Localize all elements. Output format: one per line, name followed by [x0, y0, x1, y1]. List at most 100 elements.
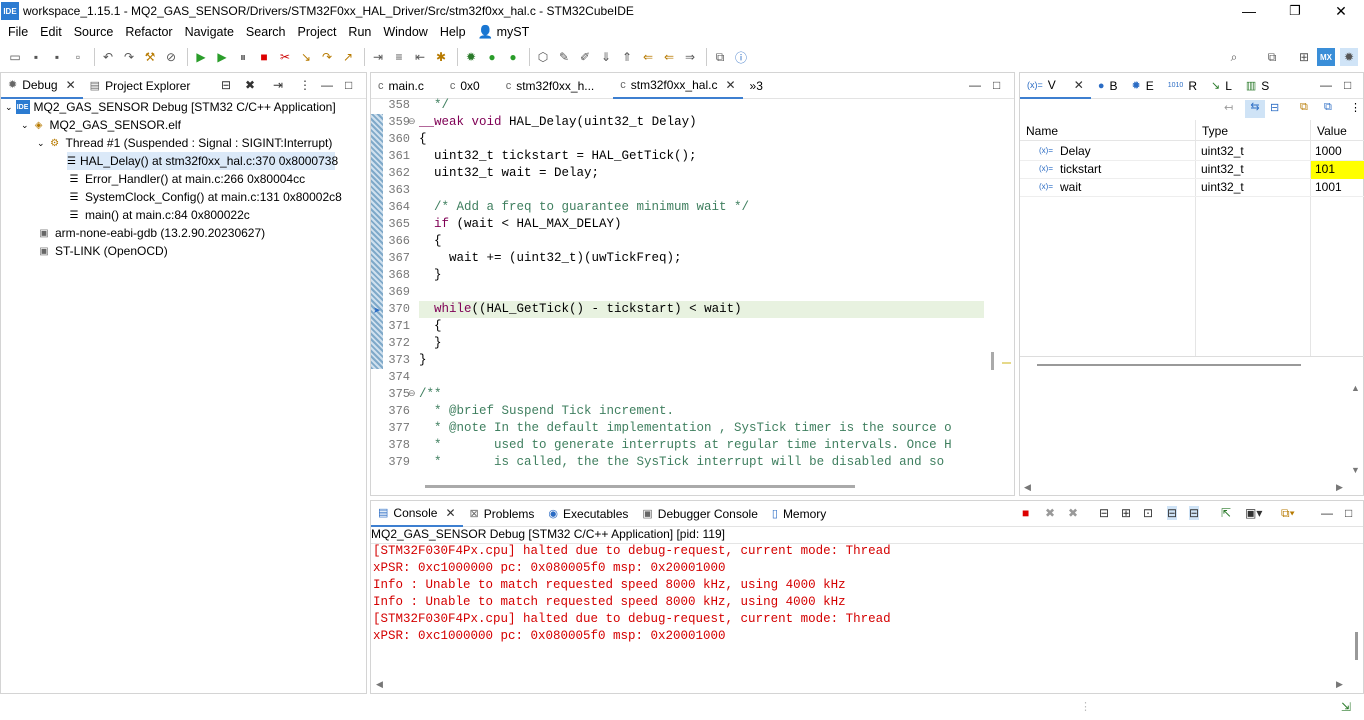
scroll-up-icon[interactable]: ▲: [1351, 383, 1360, 393]
layout-icon[interactable]: ⊟: [1270, 101, 1279, 114]
show-type-names-icon[interactable]: ⇆: [1245, 100, 1265, 118]
editor-horizontal-scrollbar[interactable]: [425, 485, 855, 488]
display-console-icon[interactable]: ▣▾: [1245, 506, 1262, 520]
search-tool-icon[interactable]: ✎: [555, 48, 573, 66]
menu-navigate[interactable]: Navigate: [179, 25, 240, 39]
close-icon[interactable]: ✕: [445, 506, 455, 520]
save-icon[interactable]: ▪: [27, 48, 45, 66]
last-edit-icon[interactable]: ⇐: [639, 48, 657, 66]
cpu-icon[interactable]: ✱: [432, 48, 450, 66]
remove-launch-icon[interactable]: ✖: [1045, 506, 1055, 520]
suspend-icon[interactable]: ⏸: [234, 48, 252, 66]
step-into-icon[interactable]: ↘: [297, 48, 315, 66]
tab-registers[interactable]: 1010 R: [1161, 73, 1204, 99]
code-line[interactable]: }: [419, 267, 442, 284]
tab-debug[interactable]: ✹ Debug ✕: [1, 72, 83, 99]
detail-pane-scrollbar[interactable]: [1037, 364, 1301, 366]
maximize-view-icon[interactable]: □: [1345, 506, 1352, 520]
table-row[interactable]: (x)= tickstart uint32_t 101: [1020, 161, 1364, 179]
code-line[interactable]: uint32_t wait = Delay;: [419, 165, 599, 182]
minimize-button[interactable]: —: [1226, 0, 1272, 22]
menu-refactor[interactable]: Refactor: [119, 25, 178, 39]
show-on-stdout-icon[interactable]: ⊟: [1167, 506, 1178, 520]
code-line[interactable]: * used to generate interrupts at regular…: [419, 437, 952, 454]
info-icon[interactable]: ⓘ: [732, 48, 750, 66]
progress-icon[interactable]: ⇲: [1341, 700, 1351, 714]
minimize-view-icon[interactable]: —: [321, 78, 333, 92]
clear-console-icon[interactable]: ⊟: [1099, 506, 1109, 520]
step-over-icon[interactable]: ↷: [318, 48, 336, 66]
table-row[interactable]: (x)= wait uint32_t 1001: [1020, 179, 1364, 197]
skip-breakpoints-icon[interactable]: ⊘: [162, 48, 180, 66]
chevron-down-icon[interactable]: ⌄: [5, 102, 13, 113]
tree-item-stlink[interactable]: ▣ ST-LINK (OpenOCD): [37, 242, 167, 260]
add-icon[interactable]: ⧉: [1324, 101, 1332, 114]
scroll-right-icon[interactable]: ▶: [1336, 679, 1343, 690]
scroll-left-icon[interactable]: ◀: [1024, 482, 1031, 493]
menu-myst[interactable]: 👤 myST: [472, 25, 536, 40]
tab-debugger-console[interactable]: ▣ Debugger Console: [635, 501, 764, 527]
mx-icon[interactable]: MX: [1317, 48, 1335, 66]
forward-icon[interactable]: ⇒: [681, 48, 699, 66]
print-icon[interactable]: ▫: [69, 48, 87, 66]
menu-window[interactable]: Window: [377, 25, 433, 39]
scroll-left-icon[interactable]: ◀: [376, 679, 383, 690]
maximize-view-icon[interactable]: □: [993, 78, 1000, 92]
maximize-view-icon[interactable]: □: [1344, 78, 1351, 92]
column-type[interactable]: Type: [1202, 124, 1228, 138]
editor-vertical-scrollbar[interactable]: [991, 352, 994, 370]
menu-icon[interactable]: ⋮: [1350, 101, 1361, 114]
view-menu-icon[interactable]: ⧉: [1300, 101, 1308, 114]
tab-live-expressions[interactable]: ↘ L: [1204, 73, 1239, 99]
perspective-icon[interactable]: ⧉: [1263, 48, 1281, 66]
annotation-prev-icon[interactable]: ⇑: [618, 48, 636, 66]
undo-icon[interactable]: ↶: [99, 48, 117, 66]
search-icon[interactable]: ⌕: [1225, 48, 1243, 66]
tree-item-launch[interactable]: ⌄ IDE MQ2_GAS_SENSOR Debug [STM32 C/C++ …: [5, 98, 336, 116]
word-wrap-icon[interactable]: ⊡: [1143, 506, 1153, 520]
tree-item-thread[interactable]: ⌄ ⚙ Thread #1 (Suspended : Signal : SIGI…: [37, 134, 332, 152]
scroll-lock-icon[interactable]: ⊞: [1121, 506, 1131, 520]
debug-perspective-icon[interactable]: ✹: [1340, 48, 1358, 66]
code-line[interactable]: * @brief Suspend Tick increment.: [419, 403, 674, 420]
code-line[interactable]: }: [419, 352, 427, 369]
open-console-icon[interactable]: ⧉▾: [1281, 506, 1295, 521]
save-all-icon[interactable]: ▪: [48, 48, 66, 66]
code-line[interactable]: * is called, the the SysTick interrupt w…: [419, 454, 944, 471]
tree-item-gdb[interactable]: ▣ arm-none-eabi-gdb (13.2.90.20230627): [37, 224, 265, 242]
fold-icon[interactable]: ⊖: [408, 388, 416, 399]
menu-help[interactable]: Help: [434, 25, 472, 39]
tab-expressions[interactable]: ✹ E: [1125, 73, 1161, 99]
view-menu-icon[interactable]: ⋮: [299, 78, 311, 92]
table-row[interactable]: (x)= Delay uint32_t 1000: [1020, 143, 1364, 161]
close-button[interactable]: ✕: [1318, 0, 1364, 22]
minimize-view-icon[interactable]: —: [1320, 78, 1332, 92]
new-icon[interactable]: ▭: [6, 48, 24, 66]
tab-variables[interactable]: (x)= V ✕: [1020, 72, 1091, 99]
stack-frame-item[interactable]: ☰ Error_Handler() at main.c:266 0x80004c…: [67, 170, 306, 188]
open-type-icon[interactable]: ⬡: [534, 48, 552, 66]
code-line[interactable]: * @note In the default implementation , …: [419, 420, 952, 437]
close-icon[interactable]: ✕: [725, 78, 735, 92]
restart-icon[interactable]: ≡: [390, 48, 408, 66]
toggle-mark-icon[interactable]: ✐: [576, 48, 594, 66]
terminate-icon[interactable]: ■: [255, 48, 273, 66]
column-name[interactable]: Name: [1026, 124, 1058, 138]
menu-project[interactable]: Project: [292, 25, 343, 39]
stack-frame-item[interactable]: ☰ SystemClock_Config() at main.c:131 0x8…: [67, 188, 342, 206]
menu-source[interactable]: Source: [68, 25, 120, 39]
collapse-all-icon[interactable]: ⊟: [221, 78, 231, 92]
redo-icon[interactable]: ↷: [120, 48, 138, 66]
code-line[interactable]: while((HAL_GetTick() - tickstart) < wait…: [419, 301, 742, 318]
code-line[interactable]: wait += (uint32_t)(uwTickFreq);: [419, 250, 682, 267]
tab-console[interactable]: ▤ Console ✕: [371, 500, 463, 527]
tab-0x0[interactable]: c 0x0: [443, 73, 487, 99]
menu-edit[interactable]: Edit: [34, 25, 68, 39]
instruction-step-icon[interactable]: ⇥: [369, 48, 387, 66]
close-icon[interactable]: ✕: [1074, 78, 1084, 92]
chevron-down-icon[interactable]: ⌄: [21, 120, 29, 131]
step-return-icon[interactable]: ↗: [339, 48, 357, 66]
annotation-next-icon[interactable]: ⇓: [597, 48, 615, 66]
code-line[interactable]: uint32_t tickstart = HAL_GetTick();: [419, 148, 697, 165]
tab-project-explorer[interactable]: ▤ Project Explorer: [83, 73, 198, 99]
